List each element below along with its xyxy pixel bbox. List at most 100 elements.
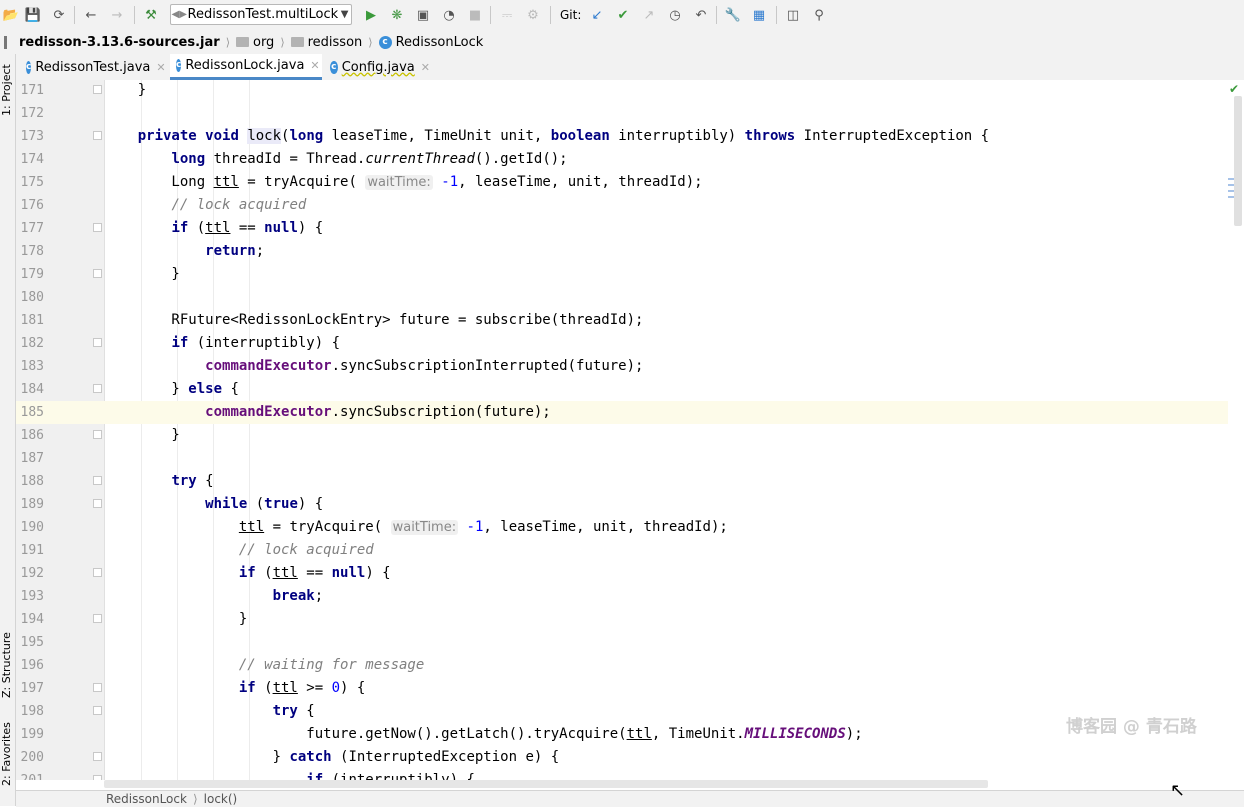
profile-icon[interactable]: ◔ <box>440 6 458 24</box>
fold-marker-icon[interactable] <box>93 338 102 347</box>
code-line[interactable]: 191 // lock acquired <box>16 539 1244 562</box>
line-number[interactable]: 197 <box>16 677 44 700</box>
inspection-ok-icon[interactable]: ✔ <box>1229 82 1239 96</box>
line-number[interactable]: 196 <box>16 654 44 677</box>
git-commit-icon[interactable]: ✔ <box>614 6 632 24</box>
run-config-select[interactable]: ◀▶ RedissonTest.multiLock ▼ <box>170 4 352 25</box>
build-hammer-icon[interactable]: ⚒ <box>142 6 160 24</box>
code-line[interactable]: 188 try { <box>16 470 1244 493</box>
debug-bug-icon[interactable]: ❋ <box>388 6 406 24</box>
run-anything-icon[interactable]: ⚙ <box>524 6 542 24</box>
project-structure-icon[interactable]: ▦ <box>750 6 768 24</box>
horizontal-scrollbar[interactable] <box>104 780 988 788</box>
git-update-icon[interactable]: ↙ <box>588 6 606 24</box>
code-line[interactable]: 199 future.getNow().getLatch().tryAcquir… <box>16 723 1244 746</box>
structure-tool-tab[interactable]: Z: Structure <box>0 620 15 710</box>
line-number[interactable]: 186 <box>16 424 44 447</box>
code-line[interactable]: 198 try { <box>16 700 1244 723</box>
vertical-scrollbar[interactable] <box>1234 96 1242 226</box>
code-line[interactable]: 184 } else { <box>16 378 1244 401</box>
code-line[interactable]: 201 if (interruptibly) { <box>16 769 1244 780</box>
line-number[interactable]: 195 <box>16 631 44 654</box>
tab-redissontest[interactable]: c RedissonTest.java ✕ <box>20 54 168 80</box>
line-number[interactable]: 185 <box>16 401 44 424</box>
fold-marker-icon[interactable] <box>93 683 102 692</box>
project-tool-tab[interactable]: 1: Project <box>0 60 15 120</box>
back-icon[interactable]: ← <box>82 6 100 24</box>
git-history-icon[interactable]: ◷ <box>666 6 684 24</box>
code-line[interactable]: 196 // waiting for message <box>16 654 1244 677</box>
fold-marker-icon[interactable] <box>93 269 102 278</box>
line-number[interactable]: 180 <box>16 286 44 309</box>
line-number[interactable]: 171 <box>16 80 44 102</box>
run-coverage-icon[interactable]: ▣ <box>414 6 432 24</box>
line-number[interactable]: 192 <box>16 562 44 585</box>
line-number[interactable]: 175 <box>16 171 44 194</box>
run-icon[interactable]: ▶ <box>362 6 380 24</box>
line-number[interactable]: 198 <box>16 700 44 723</box>
breadcrumb-redissonlock[interactable]: c RedissonLock <box>378 35 483 50</box>
code-line[interactable]: 187 <box>16 447 1244 470</box>
code-line[interactable]: 174 long threadId = Thread.currentThread… <box>16 148 1244 171</box>
open-folder-icon[interactable]: 📂 <box>2 6 20 24</box>
code-line[interactable]: 173 private void lock(long leaseTime, Ti… <box>16 125 1244 148</box>
git-push-icon[interactable]: ↗ <box>640 6 658 24</box>
save-icon[interactable]: 💾 <box>24 6 42 24</box>
line-number[interactable]: 184 <box>16 378 44 401</box>
close-icon[interactable]: ✕ <box>310 59 319 72</box>
code-line[interactable]: 182 if (interruptibly) { <box>16 332 1244 355</box>
code-line[interactable]: 180 <box>16 286 1244 309</box>
code-line[interactable]: 176 // lock acquired <box>16 194 1244 217</box>
fold-marker-icon[interactable] <box>93 430 102 439</box>
fold-marker-icon[interactable] <box>93 85 102 94</box>
code-line[interactable]: 186 } <box>16 424 1244 447</box>
fold-marker-icon[interactable] <box>93 775 102 780</box>
close-icon[interactable]: ✕ <box>156 61 165 74</box>
breadcrumb-org[interactable]: org <box>235 35 274 50</box>
forward-icon[interactable]: → <box>108 6 126 24</box>
fold-marker-icon[interactable] <box>93 223 102 232</box>
line-number[interactable]: 194 <box>16 608 44 631</box>
line-number[interactable]: 191 <box>16 539 44 562</box>
breadcrumb-jar[interactable]: redisson-3.13.6-sources.jar <box>4 35 220 50</box>
line-number[interactable]: 177 <box>16 217 44 240</box>
fold-marker-icon[interactable] <box>93 499 102 508</box>
code-line[interactable]: 172 <box>16 102 1244 125</box>
settings-wrench-icon[interactable]: 🔧 <box>724 6 742 24</box>
status-method-crumb[interactable]: lock() <box>204 792 238 806</box>
line-number[interactable]: 182 <box>16 332 44 355</box>
line-number[interactable]: 181 <box>16 309 44 332</box>
code-line[interactable]: 200 } catch (InterruptedException e) { <box>16 746 1244 769</box>
code-line[interactable]: 193 break; <box>16 585 1244 608</box>
close-icon[interactable]: ✕ <box>421 61 430 74</box>
line-number[interactable]: 174 <box>16 148 44 171</box>
code-line[interactable]: 179 } <box>16 263 1244 286</box>
code-line[interactable]: 181 RFuture<RedissonLockEntry> future = … <box>16 309 1244 332</box>
code-line[interactable]: 183 commandExecutor.syncSubscriptionInte… <box>16 355 1244 378</box>
line-number[interactable]: 188 <box>16 470 44 493</box>
fold-marker-icon[interactable] <box>93 752 102 761</box>
line-number[interactable]: 172 <box>16 102 44 125</box>
breadcrumb-redisson[interactable]: redisson <box>290 35 362 50</box>
line-number[interactable]: 193 <box>16 585 44 608</box>
code-line[interactable]: 197 if (ttl >= 0) { <box>16 677 1244 700</box>
code-line[interactable]: 177 if (ttl == null) { <box>16 217 1244 240</box>
terminal-icon[interactable]: ◫ <box>784 6 802 24</box>
code-line[interactable]: 175 Long ttl = tryAcquire( waitTime: -1,… <box>16 171 1244 194</box>
line-number[interactable]: 200 <box>16 746 44 769</box>
code-line[interactable]: 194 } <box>16 608 1244 631</box>
tab-redissonlock[interactable]: c RedissonLock.java ✕ <box>170 54 322 80</box>
line-number[interactable]: 199 <box>16 723 44 746</box>
code-line[interactable]: 195 <box>16 631 1244 654</box>
line-number[interactable]: 176 <box>16 194 44 217</box>
line-number[interactable]: 201 <box>16 769 44 780</box>
code-editor[interactable]: 171 } 172 173 private void lock(long lease… <box>16 80 1244 780</box>
code-line[interactable]: 171 } <box>16 80 1244 102</box>
line-number[interactable]: 183 <box>16 355 44 378</box>
code-line[interactable]: 192 if (ttl == null) { <box>16 562 1244 585</box>
line-number[interactable]: 173 <box>16 125 44 148</box>
attach-debugger-icon[interactable]: ⎓ <box>498 6 516 24</box>
line-number[interactable]: 187 <box>16 447 44 470</box>
stop-icon[interactable]: ■ <box>466 6 484 24</box>
line-number[interactable]: 189 <box>16 493 44 516</box>
